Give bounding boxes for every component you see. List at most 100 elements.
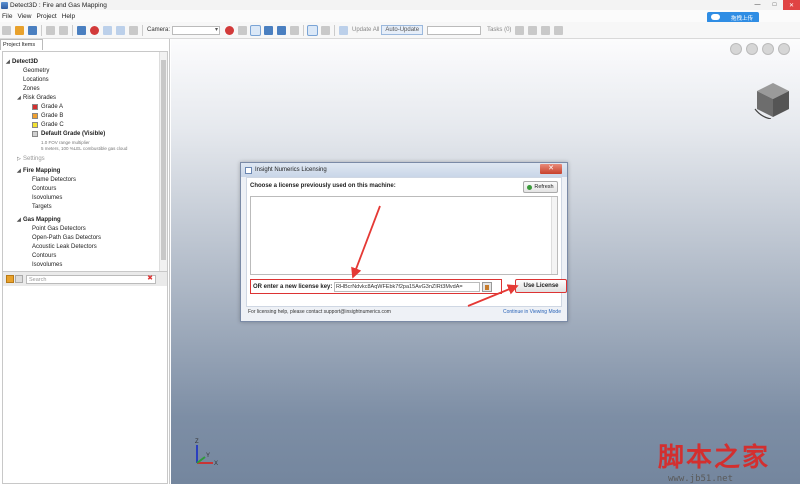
x-axis-label: X	[214, 461, 218, 467]
filter-icon[interactable]	[15, 275, 23, 283]
menu-file[interactable]: File	[0, 13, 15, 20]
tree-item-zones[interactable]: Zones	[23, 86, 40, 92]
export-icon[interactable]	[116, 25, 125, 35]
paste-icon[interactable]	[482, 281, 492, 292]
auto-update-button[interactable]: Auto-Update	[381, 25, 424, 35]
window-controls: — □ ✕	[749, 0, 800, 10]
menu-help[interactable]: Help	[60, 13, 78, 20]
licensing-dialog: Insight Numerics Licensing ✕ Choose a li…	[240, 162, 568, 322]
rotate-icon[interactable]	[746, 43, 758, 55]
search-panel: Search ✖	[2, 271, 168, 484]
tree-item-fire-contours[interactable]: Contours	[32, 186, 56, 192]
tree-root[interactable]: ◢ Detect3D	[6, 59, 38, 65]
tasks-dropdown[interactable]: Tasks (0)	[487, 27, 511, 33]
open-project-icon[interactable]	[15, 25, 24, 35]
report-icon[interactable]	[103, 25, 112, 35]
save-icon[interactable]	[28, 25, 37, 35]
dialog-icon	[245, 166, 252, 174]
update-all-button[interactable]: Update All	[352, 27, 379, 33]
info-icon[interactable]	[46, 25, 55, 35]
grade-a-item[interactable]: Grade A	[32, 104, 63, 110]
tree-item-flame-detectors[interactable]: Flame Detectors	[32, 177, 76, 183]
toolbar: Camera: Update All Auto-Update Tasks (0)	[0, 22, 800, 39]
grade-b-item[interactable]: Grade B	[32, 113, 63, 119]
previous-license-label: Choose a license previously used on this…	[250, 183, 396, 189]
pan-icon[interactable]	[762, 43, 774, 55]
render-icon[interactable]	[528, 25, 538, 35]
gas-mapping-label: Gas Mapping	[23, 217, 61, 223]
continue-viewing-mode-link[interactable]: Continue in Viewing Mode	[503, 309, 561, 315]
camera-label: Camera:	[147, 27, 171, 33]
zoom-extents-icon[interactable]	[778, 43, 790, 55]
tree-item-risk-grades[interactable]: ◢ Risk Grades	[17, 95, 56, 101]
window-title: Detect3D : Fire and Gas Mapping	[10, 1, 107, 9]
close-button[interactable]: ✕	[783, 0, 800, 10]
toolbar-separator	[334, 24, 336, 36]
scrollbar-thumb[interactable]	[161, 60, 166, 260]
menu-project[interactable]: Project	[34, 13, 59, 20]
license-list[interactable]	[250, 196, 558, 275]
new-project-icon[interactable]	[2, 25, 11, 35]
camera-save-icon[interactable]	[238, 25, 248, 35]
refresh-button[interactable]: Refresh	[523, 181, 558, 193]
tree-root-label: Detect3D	[12, 59, 39, 65]
tree-item-gas-contours[interactable]: Contours	[32, 253, 56, 259]
default-grade-item[interactable]: Default Grade (Visible)	[32, 131, 105, 137]
new-license-key-row: OR enter a new license key: RHBcrNdvkc8A…	[250, 279, 502, 294]
navigation-controls	[730, 43, 790, 55]
list-view-icon[interactable]	[6, 275, 14, 283]
document-icon[interactable]	[129, 25, 138, 35]
tasks-chevron-icon[interactable]	[515, 25, 525, 35]
record-icon[interactable]	[90, 25, 99, 35]
menu-bar: File View Project Help	[0, 10, 800, 22]
toolbar-separator	[72, 24, 73, 36]
grade-label: Grade A	[41, 104, 64, 110]
ruler-icon[interactable]	[554, 25, 564, 35]
dialog-title-bar: Insight Numerics Licensing ✕	[241, 163, 567, 177]
license-key-input[interactable]: RHBcrNdvkc8AqWFEbk7f2pa15AvG3nZIRt3MvdA=	[334, 281, 480, 292]
watermark-title: 脚本之家	[658, 443, 771, 473]
project-tree: ◢ Detect3D Geometry Locations Zones ◢ Risk…	[2, 51, 168, 308]
dialog-close-button[interactable]: ✕	[540, 164, 562, 174]
tree-item-open-path-gas-detectors[interactable]: Open-Path Gas Detectors	[32, 235, 101, 241]
clear-search-icon[interactable]: ✖	[147, 275, 153, 283]
fit-view-icon[interactable]	[264, 25, 274, 35]
tree-item-fire-isovolumes[interactable]: Isovolumes	[32, 195, 62, 201]
tree-item-acoustic-leak-detectors[interactable]: Acoustic Leak Detectors	[32, 244, 97, 250]
camera-delete-icon[interactable]	[225, 25, 235, 35]
tree-item-locations[interactable]: Locations	[23, 77, 49, 83]
tree-scrollbar[interactable]	[159, 52, 167, 307]
pen-icon[interactable]	[541, 25, 551, 35]
grade-c-item[interactable]: Grade C	[32, 122, 64, 128]
axis-triad: Z Y X	[195, 439, 218, 467]
tab-project-items[interactable]: Project Items	[0, 39, 43, 50]
use-license-button[interactable]: Use License	[515, 279, 567, 293]
pointer-icon[interactable]	[321, 25, 331, 35]
grade-swatch	[32, 113, 38, 119]
maximize-button[interactable]: □	[766, 0, 783, 10]
licensing-help-text: For licensing help, please contact suppo…	[248, 309, 391, 315]
help-icon[interactable]	[277, 25, 287, 35]
camera-select[interactable]	[172, 25, 221, 35]
watermark: 脚本之家 www.jb51.net	[658, 437, 798, 484]
tree-item-fire-mapping[interactable]: ◢ Fire Mapping	[17, 168, 60, 174]
search-input[interactable]: Search ✖	[26, 274, 156, 284]
settings-icon[interactable]	[59, 25, 68, 35]
grid-icon[interactable]	[307, 24, 319, 36]
tree-item-settings[interactable]: ▷ Settings	[17, 156, 45, 162]
zoom-icon[interactable]	[730, 43, 742, 55]
tree-item-gas-isovolumes[interactable]: Isovolumes	[32, 262, 62, 268]
minimize-button[interactable]: —	[749, 0, 766, 10]
tree-item-point-gas-detectors[interactable]: Point Gas Detectors	[32, 226, 86, 232]
view-cube[interactable]	[753, 79, 793, 119]
tree-item-gas-mapping[interactable]: ◢ Gas Mapping	[17, 217, 61, 223]
license-list-scrollbar[interactable]	[551, 197, 557, 274]
grade-swatch	[32, 122, 38, 128]
calculate-icon[interactable]	[77, 25, 86, 35]
menu-view[interactable]: View	[15, 13, 34, 20]
view-options-icon[interactable]	[290, 25, 300, 35]
tree-item-geometry[interactable]: Geometry	[23, 68, 49, 74]
tree-item-targets[interactable]: Targets	[32, 204, 52, 210]
orbit-icon[interactable]	[250, 24, 262, 36]
grade-swatch	[32, 104, 38, 110]
